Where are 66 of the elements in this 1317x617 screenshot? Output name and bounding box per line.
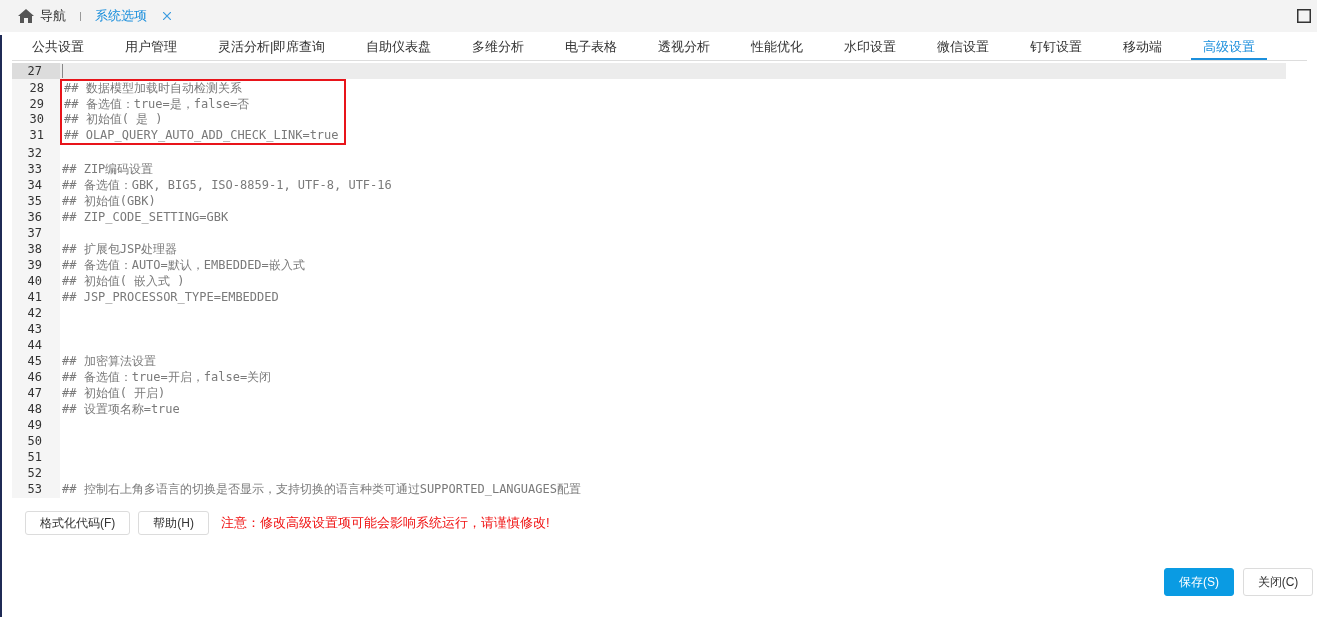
close-button[interactable]: 关闭(C) <box>1243 568 1313 596</box>
line-number: 44 <box>26 337 43 353</box>
line-number: 39 <box>26 257 43 273</box>
line-number: 38 <box>26 241 43 257</box>
code-line: ## 备选值：true=是，false=否 <box>64 96 250 112</box>
line-number: 34 <box>26 177 43 193</box>
settings-tab[interactable]: 钉钉设置 <box>1018 35 1095 60</box>
line-number: 37 <box>26 225 43 241</box>
line-number: 50 <box>26 433 43 449</box>
line-number: 30 <box>28 112 45 128</box>
settings-tab[interactable]: 灵活分析|即席查询 <box>206 35 338 60</box>
line-number: 41 <box>26 289 43 305</box>
home-icon[interactable] <box>18 9 34 23</box>
line-number: 48 <box>26 401 43 417</box>
line-number: 45 <box>26 353 43 369</box>
code-line: ## ZIP编码设置 <box>62 161 154 177</box>
code-line: ## 数据模型加载时自动检测关系 <box>64 81 242 97</box>
settings-tab[interactable]: 水印设置 <box>832 35 909 60</box>
tool-button[interactable]: 格式化代码(F) <box>25 511 131 535</box>
code-line: ## 控制右上角多语言的切换是否显示，支持切换的语言种类可通过SUPPORTED_LANGUAGES配置 <box>62 481 581 497</box>
settings-tab[interactable]: 移动端 <box>1111 35 1175 60</box>
code-line: ## 备选值：AUTO=默认，EMBEDDED=嵌入式 <box>62 257 305 273</box>
line-number: 49 <box>26 417 43 433</box>
line-number: 35 <box>26 193 43 209</box>
settings-tab[interactable]: 透视分析 <box>646 35 723 60</box>
settings-tab[interactable]: 公共设置 <box>20 35 96 60</box>
line-number: 52 <box>26 465 43 481</box>
line-number: 53 <box>26 481 43 497</box>
code-line: ## ZIP_CODE_SETTING=GBK <box>62 209 229 225</box>
settings-tab[interactable]: 微信设置 <box>925 35 1002 60</box>
settings-tab[interactable]: 性能优化 <box>739 35 816 60</box>
line-number: 42 <box>26 305 43 321</box>
close-icon[interactable] <box>163 12 171 20</box>
line-number: 33 <box>26 161 43 177</box>
line-number: 36 <box>26 209 43 225</box>
text-cursor <box>62 64 63 78</box>
line-number: 43 <box>26 321 43 337</box>
line-number: 27 <box>12 63 60 79</box>
maximize-icon[interactable] <box>1297 9 1311 23</box>
settings-tab[interactable]: 多维分析 <box>460 35 537 60</box>
line-number: 32 <box>26 145 43 161</box>
settings-tab[interactable]: 高级设置 <box>1191 35 1268 60</box>
code-line: ## 设置项名称=true <box>62 401 180 417</box>
code-line: ## 初始值( 嵌入式 ) <box>62 273 185 289</box>
code-line: ## 初始值(GBK) <box>62 193 156 209</box>
code-line: ## 初始值( 开启) <box>62 385 166 401</box>
line-number: 29 <box>28 96 45 112</box>
code-line: ## 备选值：true=开启，false=关闭 <box>62 369 272 385</box>
line-number: 40 <box>26 273 43 289</box>
line-number: 47 <box>26 385 43 401</box>
line-number: 28 <box>28 81 45 97</box>
line-number: 51 <box>26 449 43 465</box>
settings-tab[interactable]: 电子表格 <box>553 35 630 60</box>
warning-text: 注意：修改高级设置项可能会影响系统运行，请谨慎修改! <box>221 514 550 532</box>
code-line: ## JSP_PROCESSOR_TYPE=EMBEDDED <box>62 289 279 305</box>
code-line: ## 备选值：GBK, BIG5, ISO-8859-1, UTF-8, UTF-16 <box>62 177 392 193</box>
line-number: 31 <box>28 127 45 143</box>
code-line: ## 初始值( 是 ) <box>64 112 163 128</box>
code-line: ## OLAP_QUERY_AUTO_ADD_CHECK_LINK=true <box>64 127 339 143</box>
tool-button[interactable]: 帮助(H) <box>138 511 209 535</box>
nav-label[interactable]: 导航 <box>40 7 66 25</box>
code-line: ## 加密算法设置 <box>62 353 156 369</box>
code-line: ## 扩展包JSP处理器 <box>62 241 178 257</box>
settings-tab[interactable]: 自助仪表盘 <box>354 35 444 60</box>
settings-tab[interactable]: 用户管理 <box>113 35 189 60</box>
line-number: 46 <box>26 369 43 385</box>
